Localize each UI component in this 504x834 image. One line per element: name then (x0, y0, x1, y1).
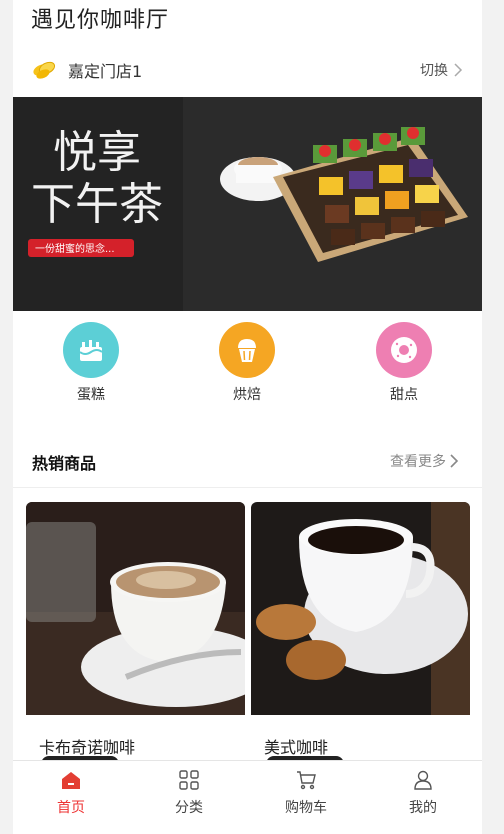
bottom-tab-bar: 首页 分类 购物车 我的 (13, 760, 482, 822)
tab-mine[interactable]: 我的 (383, 769, 463, 817)
banner-headline-2: 下午茶 (31, 180, 163, 229)
category-label: 蛋糕 (77, 387, 105, 403)
tab-label: 我的 (409, 800, 437, 816)
category-nav: 蛋糕 烘焙 甜点 (13, 322, 482, 412)
switch-store-button[interactable]: 切换 (420, 60, 464, 80)
view-more-label: 查看更多 (390, 454, 446, 470)
product-name: 卡布奇诺咖啡 (39, 738, 136, 757)
tab-label: 购物车 (285, 800, 327, 816)
category-label: 甜点 (390, 387, 418, 403)
chevron-right-icon (450, 454, 459, 468)
app-screen: 遇见你咖啡厅 嘉定门店1 切换 悦享 下午茶 一份甜蜜的思念... 蛋糕 烘焙 … (13, 0, 482, 834)
section-title: 热销商品 (32, 454, 97, 473)
category-bakery[interactable]: 烘焙 (207, 322, 287, 404)
product-image (26, 502, 245, 715)
switch-label: 切换 (420, 63, 448, 79)
grid-icon (179, 770, 199, 790)
product-card-americano[interactable]: 美式咖啡 (251, 502, 470, 762)
home-icon (62, 772, 80, 789)
tab-label: 分类 (175, 800, 203, 816)
product-name: 美式咖啡 (264, 738, 329, 757)
cart-icon (297, 771, 316, 790)
category-dessert[interactable]: 甜点 (364, 322, 444, 404)
shop-title: 遇见你咖啡厅 (31, 8, 170, 33)
chevron-right-icon (454, 63, 463, 77)
category-label: 烘焙 (233, 387, 261, 403)
muffin-icon (219, 322, 275, 378)
user-icon (414, 770, 432, 790)
banner-tagline: 一份甜蜜的思念... (35, 242, 115, 255)
promo-banner[interactable]: 悦享 下午茶 一份甜蜜的思念... (13, 97, 482, 311)
banner-image: 悦享 下午茶 一份甜蜜的思念... (13, 97, 482, 311)
banner-headline-1: 悦享 (53, 128, 141, 177)
store-selector[interactable]: 嘉定门店1 切换 (13, 50, 482, 90)
hot-products-header: 热销商品 查看更多 (13, 440, 482, 488)
cake-icon (63, 322, 119, 378)
category-cake[interactable]: 蛋糕 (51, 322, 131, 404)
tab-label: 首页 (57, 800, 85, 816)
store-name: 嘉定门店1 (68, 62, 143, 81)
product-card-cappuccino[interactable]: 卡布奇诺咖啡 (26, 502, 245, 762)
tab-category[interactable]: 分类 (149, 769, 229, 817)
tab-home[interactable]: 首页 (31, 769, 111, 817)
tab-cart[interactable]: 购物车 (266, 769, 346, 817)
product-image (251, 502, 470, 715)
view-more-link[interactable]: 查看更多 (390, 451, 460, 471)
donut-icon (376, 322, 432, 378)
coins-icon (33, 61, 56, 79)
